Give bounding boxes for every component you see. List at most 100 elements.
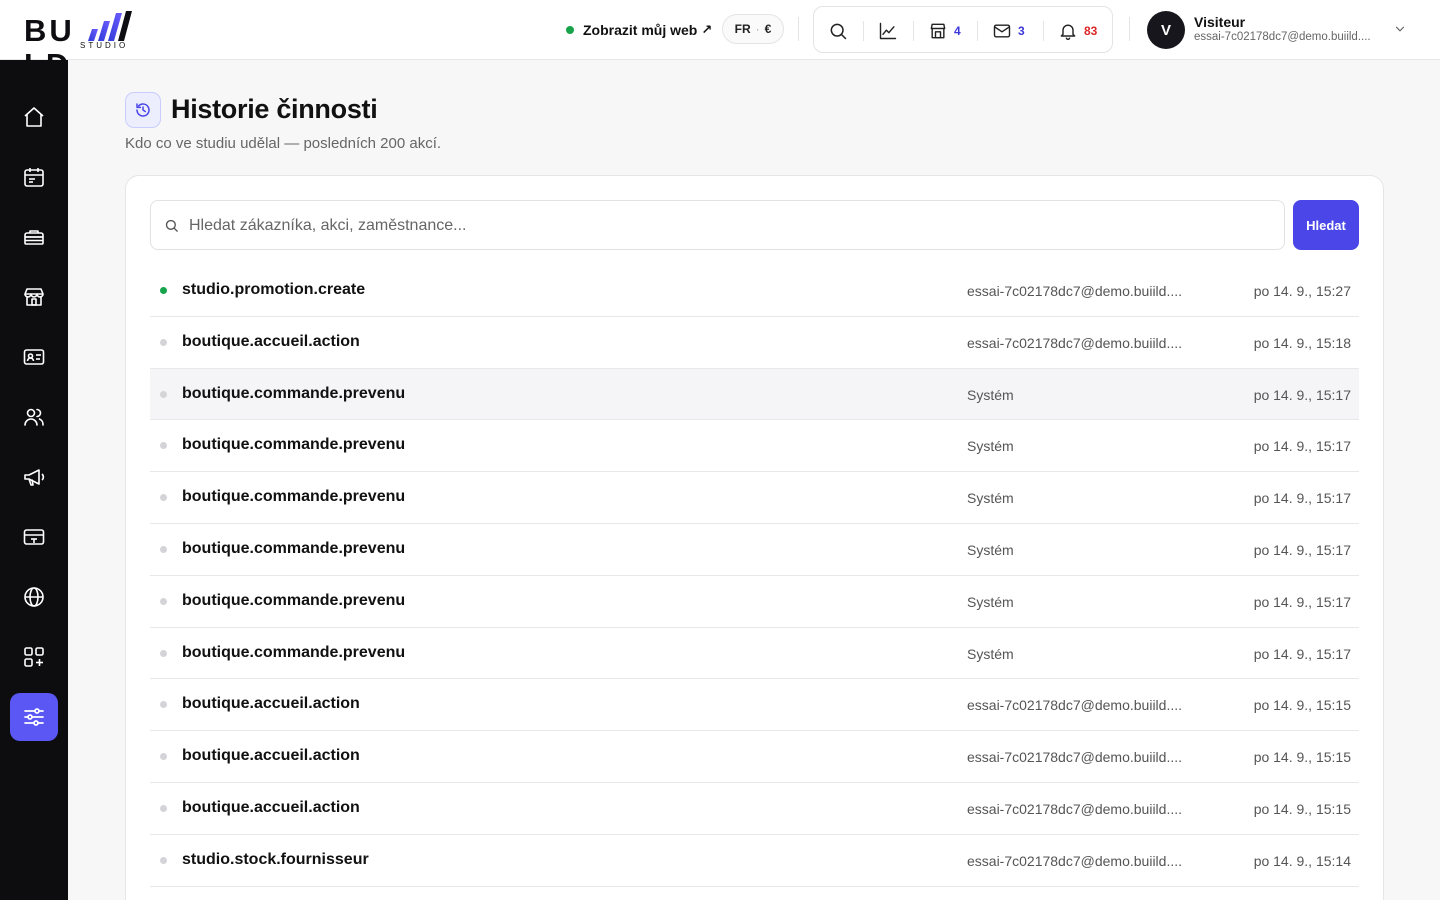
status-dot <box>160 856 167 864</box>
analytics-button[interactable] <box>878 7 898 54</box>
table-row[interactable]: studio.stock.fournisseur essai-7c02178dc7… <box>150 835 1359 887</box>
table-row[interactable]: boutique.commande.prevenu Systém po 14. 9.… <box>150 576 1359 628</box>
activity-actor: Systém <box>967 490 1014 507</box>
language-currency-switcher[interactable]: FR · € <box>722 14 784 44</box>
table-row[interactable]: boutique.commande.prevenu Systém po 14. 9.… <box>150 368 1359 421</box>
mail-icon <box>993 23 1011 38</box>
logo-subtitle: STUDIO <box>80 41 129 50</box>
apps-icon <box>24 647 44 667</box>
mail-count-badge: 3 <box>1018 23 1025 38</box>
notifications-button[interactable]: 83 <box>1058 7 1097 54</box>
status-dot <box>160 804 167 812</box>
search-submit-button[interactable]: Hledat <box>1293 200 1359 250</box>
activity-action: boutique.accueil.action <box>182 695 360 713</box>
sidebar-item-website[interactable] <box>10 573 58 621</box>
activity-action: boutique.accueil.action <box>182 798 360 816</box>
table-row[interactable]: boutique.commande.prevenu Systém po 14. 9.… <box>150 420 1359 473</box>
activity-actor: Systém <box>967 593 1014 610</box>
table-row[interactable]: boutique.accueil.action essai-7c02178dc7@… <box>150 731 1359 783</box>
orders-icon <box>24 230 44 245</box>
activity-actor: essai-7c02178dc7@demo.buiild.... <box>967 749 1183 766</box>
sidebar-item-payments[interactable] <box>10 513 58 561</box>
activity-action: boutique.accueil.action <box>182 332 360 350</box>
activity-action: boutique.commande.prevenu <box>182 539 406 557</box>
bell-icon <box>1060 24 1076 40</box>
sidebar <box>0 60 68 900</box>
table-row[interactable]: boutique.commande.prevenu Systém po 14. 9.… <box>150 628 1359 680</box>
calendar-icon <box>24 168 44 187</box>
store-icon <box>24 288 44 306</box>
shop-count-badge: 4 <box>954 23 961 38</box>
megaphone-icon <box>24 469 45 486</box>
header-divider <box>798 17 799 41</box>
user-email: essai-7c02178dc7@demo.buiild.... <box>1194 31 1371 43</box>
user-menu[interactable]: V Visiteur essai-7c02178dc7@demo.buiild.… <box>1147 10 1417 50</box>
tool-divider <box>913 21 914 41</box>
sidebar-item-calendar[interactable] <box>10 153 58 201</box>
activity-actor: essai-7c02178dc7@demo.buiild.... <box>967 334 1183 351</box>
search-box <box>150 200 1285 250</box>
status-dot <box>160 649 167 657</box>
activity-list: studio.promotion.create essai-7c02178dc7@… <box>150 265 1359 887</box>
status-dot <box>160 338 167 346</box>
activity-time: po 14. 9., 15:17 <box>1253 541 1351 558</box>
sidebar-item-apps[interactable] <box>10 633 58 681</box>
separator-dot: · <box>755 22 760 36</box>
sidebar-item-marketing[interactable] <box>10 453 58 501</box>
notifications-count-badge: 83 <box>1084 23 1098 38</box>
status-dot <box>160 390 167 398</box>
activity-action: boutique.commande.prevenu <box>182 436 406 454</box>
table-row[interactable]: boutique.commande.prevenu Systém po 14. 9.… <box>150 524 1359 576</box>
activity-time: po 14. 9., 15:17 <box>1253 386 1351 403</box>
activity-time: po 14. 9., 15:15 <box>1253 697 1351 714</box>
view-site-label: Zobrazit můj web <box>583 22 698 38</box>
sidebar-item-store[interactable] <box>10 273 58 321</box>
status-dot <box>160 442 167 450</box>
tool-divider <box>977 21 978 41</box>
currency-symbol: € <box>764 22 772 36</box>
activity-actor: essai-7c02178dc7@demo.buiild.... <box>967 800 1183 817</box>
sidebar-item-contacts[interactable] <box>10 333 58 381</box>
status-dot <box>160 597 167 605</box>
table-row[interactable]: studio.promotion.create essai-7c02178dc7@… <box>150 265 1359 317</box>
table-row[interactable]: boutique.accueil.action essai-7c02178dc7@… <box>150 679 1359 732</box>
avatar: V <box>1147 11 1185 49</box>
activity-action: boutique.commande.prevenu <box>182 384 406 402</box>
sidebar-item-settings[interactable] <box>10 693 58 741</box>
activity-time: po 14. 9., 15:17 <box>1253 593 1351 610</box>
search-button[interactable] <box>828 7 848 54</box>
brand-logo[interactable]: BULD STUDIO <box>24 8 184 82</box>
payment-card-icon <box>23 529 45 545</box>
messages-button[interactable]: 3 <box>992 7 1025 54</box>
view-site-link[interactable]: Zobrazit můj web ↗ <box>566 20 712 40</box>
activity-action: studio.promotion.create <box>182 281 366 298</box>
table-row[interactable]: boutique.commande.prevenu Systém po 14. 9.… <box>150 472 1359 524</box>
chevron-down-icon <box>1395 26 1405 32</box>
status-dot <box>160 701 167 709</box>
table-row[interactable]: boutique.accueil.action essai-7c02178dc7@… <box>150 783 1359 835</box>
search-icon <box>830 23 847 39</box>
activity-action: boutique.commande.prevenu <box>182 488 406 506</box>
table-row[interactable]: boutique.accueil.action essai-7c02178dc7@… <box>150 317 1359 369</box>
sidebar-item-users[interactable] <box>10 393 58 441</box>
sidebar-item-home[interactable] <box>10 93 58 141</box>
activity-actor: essai-7c02178dc7@demo.buiild.... <box>967 852 1183 869</box>
sidebar-item-orders[interactable] <box>10 213 58 261</box>
activity-time: po 14. 9., 15:18 <box>1253 334 1351 351</box>
activity-actor: essai-7c02178dc7@demo.buiild.... <box>967 697 1183 714</box>
status-dot <box>160 494 167 502</box>
page-subtitle: Kdo co ve studiu udělal — posledních 200… <box>125 135 442 152</box>
activity-actor: Systém <box>967 645 1014 662</box>
logo-bars-icon <box>88 11 132 41</box>
user-name: Visiteur <box>1194 14 1246 30</box>
activity-actor: Systém <box>967 438 1014 455</box>
status-dot <box>160 545 167 553</box>
activity-actor: essai-7c02178dc7@demo.buiild.... <box>967 283 1183 299</box>
globe-icon <box>24 587 44 607</box>
status-dot <box>160 753 167 761</box>
users-icon <box>24 408 44 426</box>
tool-divider <box>863 21 864 41</box>
status-dot <box>160 287 167 294</box>
shop-orders-button[interactable]: 4 <box>928 7 961 54</box>
search-input[interactable] <box>189 211 1269 241</box>
